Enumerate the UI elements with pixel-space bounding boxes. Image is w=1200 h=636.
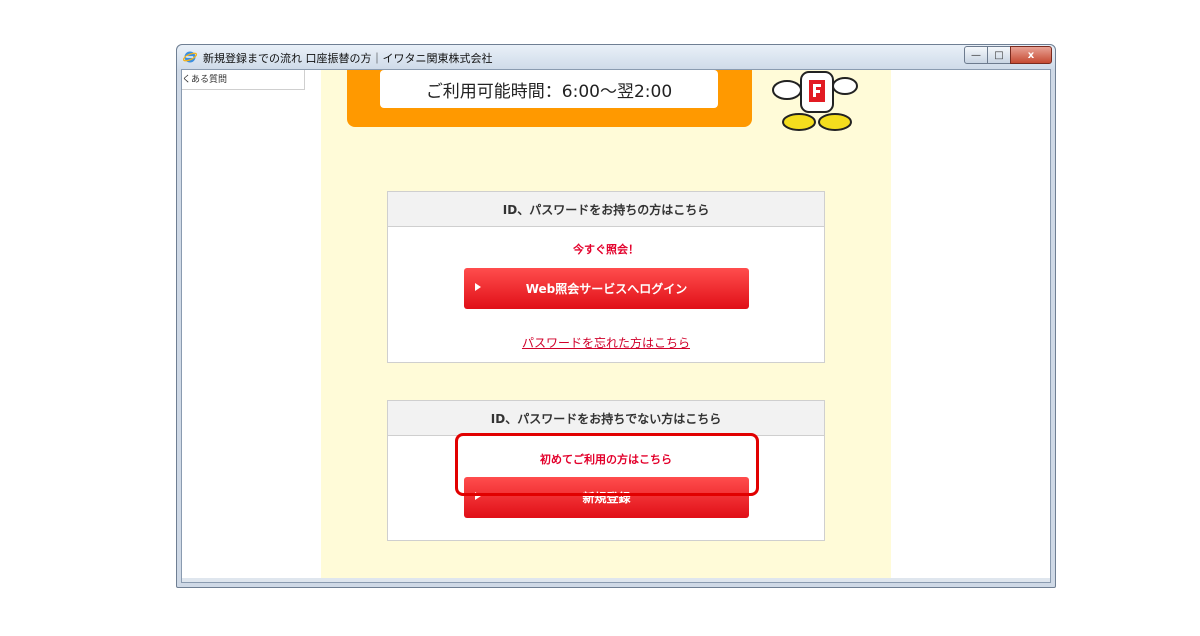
- mascot-character-icon: [772, 71, 858, 131]
- login-panel-heading: ID、パスワードをお持ちの方はこちら: [388, 192, 824, 227]
- window-title: 新規登録までの流れ 口座振替の方｜イワタニ関東株式会社: [203, 52, 493, 65]
- web-login-button-label: Web照会サービスへログイン: [525, 282, 688, 296]
- horizontal-scrollbar[interactable]: [182, 578, 1050, 582]
- close-button[interactable]: x: [1010, 46, 1052, 64]
- play-arrow-icon: [475, 283, 481, 291]
- register-panel: ID、パスワードをお持ちでない方はこちら 初めてご利用の方はこちら 新規登録: [387, 400, 825, 541]
- page-viewport[interactable]: くある質問 ご利用可能時間：6:00〜翌2:00 ID、パスワードをお持ちの方は…: [181, 69, 1051, 583]
- browser-window: 新規登録までの流れ 口座振替の方｜イワタニ関東株式会社 — □ x くある質問 …: [176, 44, 1056, 588]
- login-lead-text: 今すぐ照会！: [573, 243, 639, 256]
- hours-banner: ご利用可能時間：6:00〜翌2:00: [347, 70, 752, 127]
- forgot-password-link[interactable]: パスワードを忘れた方はこちら: [388, 334, 824, 351]
- minimize-button[interactable]: —: [964, 46, 988, 64]
- title-bar: 新規登録までの流れ 口座振替の方｜イワタニ関東株式会社 — □ x: [177, 45, 1055, 69]
- web-login-button[interactable]: Web照会サービスへログイン: [464, 268, 749, 309]
- maximize-icon: □: [994, 49, 1004, 61]
- login-panel: ID、パスワードをお持ちの方はこちら 今すぐ照会！ Web照会サービスへログイン…: [387, 191, 825, 363]
- maximize-button[interactable]: □: [987, 46, 1011, 64]
- close-icon: x: [1027, 49, 1035, 61]
- internet-explorer-icon: [183, 51, 197, 63]
- highlight-outline: [455, 433, 759, 496]
- register-panel-heading: ID、パスワードをお持ちでない方はこちら: [388, 401, 824, 436]
- service-hours: ご利用可能時間：6:00〜翌2:00: [380, 70, 718, 108]
- minimize-icon: —: [971, 49, 981, 61]
- faq-link[interactable]: くある質問: [182, 70, 305, 90]
- main-column: ご利用可能時間：6:00〜翌2:00 ID、パスワードをお持ちの方はこちら 今す…: [321, 70, 891, 582]
